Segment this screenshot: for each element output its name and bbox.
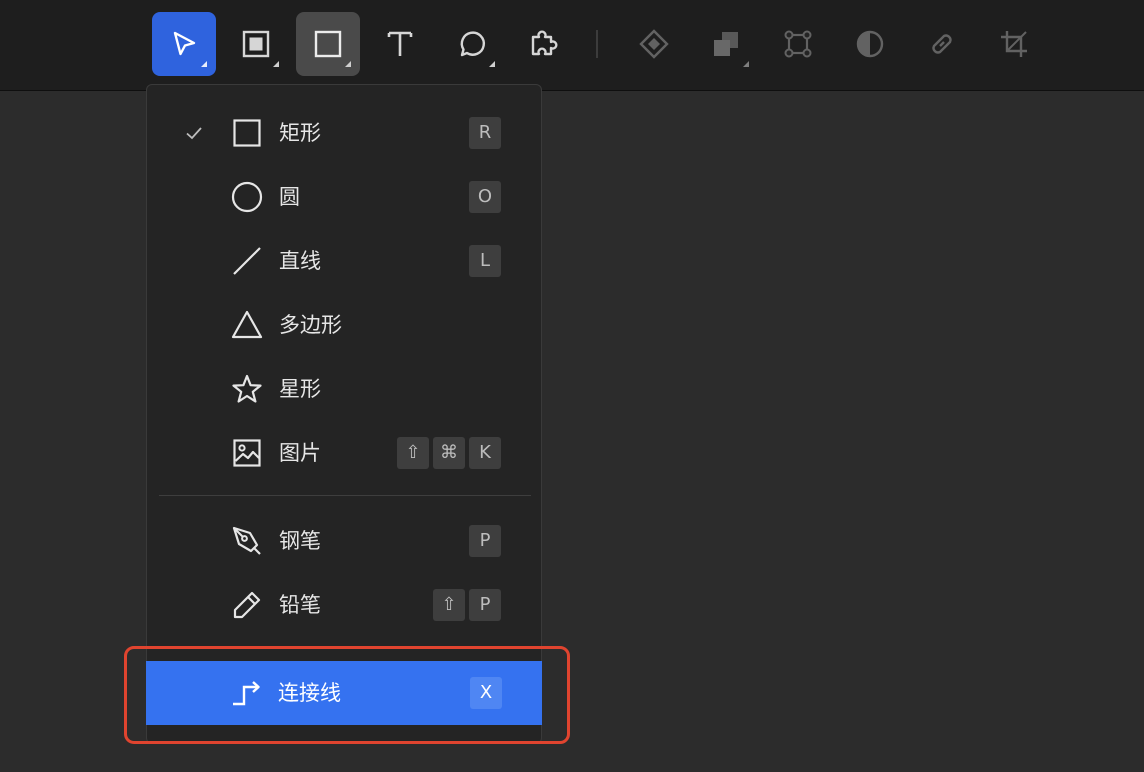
pen-icon [229, 523, 265, 559]
menu-item-label: 多边形 [279, 313, 342, 337]
component-tool[interactable] [622, 12, 686, 76]
dropdown-caret [273, 61, 279, 67]
text-icon [387, 31, 413, 56]
crop-tool[interactable] [982, 12, 1046, 76]
shortcut-keys: ⇧ ⌘ K [397, 437, 501, 469]
checkmark-icon [186, 127, 202, 140]
shortcut-keys: X [470, 677, 502, 709]
crop-icon [1001, 31, 1027, 57]
menu-item-rectangle[interactable]: 矩形 R [147, 101, 541, 165]
menu-item-connector[interactable]: 连接线 X [146, 661, 542, 725]
menu-item-polygon[interactable]: 多边形 [147, 293, 541, 357]
menu-item-label: 星形 [279, 377, 321, 401]
image-icon [229, 435, 265, 471]
shortcut-keys: ⇧ P [433, 589, 501, 621]
comment-tool[interactable] [440, 12, 504, 76]
shape-tools-dropdown-menu: 矩形 R 圆 O 直线 L 多边形 星形 图片 ⇧ ⌘ K 钢笔 P 铅笔 ⇧ … [146, 84, 542, 744]
connector-icon [228, 675, 264, 711]
move-tool[interactable] [152, 12, 216, 76]
menu-item-label: 直线 [279, 249, 321, 273]
circle-icon [229, 179, 265, 215]
shortcut-key: X [470, 677, 502, 709]
toolbar-divider [596, 30, 598, 58]
shortcut-keys: O [469, 181, 501, 213]
shortcut-key: ⇧ [433, 589, 465, 621]
menu-item-image[interactable]: 图片 ⇧ ⌘ K [147, 421, 541, 485]
diamond-icon [639, 29, 669, 59]
menu-separator [159, 495, 531, 496]
edit-path-tool[interactable] [766, 12, 830, 76]
shortcut-keys: R [469, 117, 501, 149]
menu-item-star[interactable]: 星形 [147, 357, 541, 421]
comment-bubble-icon [460, 31, 486, 57]
rectangle-icon [229, 115, 265, 151]
dropdown-caret [489, 61, 495, 67]
shortcut-key: K [469, 437, 501, 469]
star-icon [229, 371, 265, 407]
menu-item-pen[interactable]: 钢笔 P [147, 509, 541, 573]
shortcut-key: O [469, 181, 501, 213]
link-tool[interactable] [910, 12, 974, 76]
shortcut-key: R [469, 117, 501, 149]
text-tool[interactable] [368, 12, 432, 76]
menu-item-label: 圆 [279, 185, 300, 209]
shortcut-key: ⌘ [433, 437, 465, 469]
link-icon [932, 34, 952, 54]
menu-item-label: 矩形 [279, 121, 321, 145]
shortcut-keys: L [469, 245, 501, 277]
dropdown-caret [743, 61, 749, 67]
pencil-icon [229, 587, 265, 623]
frame-icon [242, 30, 270, 58]
menu-item-label: 铅笔 [279, 593, 321, 617]
menu-item-line[interactable]: 直线 L [147, 229, 541, 293]
dropdown-caret [201, 61, 207, 67]
shortcut-keys: P [469, 525, 501, 557]
menu-item-pencil[interactable]: 铅笔 ⇧ P [147, 573, 541, 637]
shortcut-key: L [469, 245, 501, 277]
frame-tool[interactable] [224, 12, 288, 76]
menu-item-circle[interactable]: 圆 O [147, 165, 541, 229]
plugin-tool[interactable] [512, 12, 576, 76]
menu-item-label: 图片 [279, 441, 321, 465]
triangle-icon [229, 307, 265, 343]
vector-edit-icon [784, 30, 812, 58]
shape-tool[interactable] [296, 12, 360, 76]
cursor-arrow-icon [173, 31, 196, 56]
top-toolbar [0, 0, 1144, 91]
boolean-tool[interactable] [694, 12, 758, 76]
mask-tool[interactable] [838, 12, 902, 76]
line-icon [229, 243, 265, 279]
rectangle-icon [314, 30, 342, 58]
boolean-union-icon [714, 32, 738, 56]
dropdown-caret [345, 61, 351, 67]
menu-item-label: 连接线 [278, 681, 341, 705]
shortcut-key: P [469, 589, 501, 621]
shortcut-key: ⇧ [397, 437, 429, 469]
menu-item-label: 钢笔 [279, 529, 321, 553]
shortcut-key: P [469, 525, 501, 557]
puzzle-icon [531, 30, 558, 56]
mask-icon [856, 30, 884, 58]
